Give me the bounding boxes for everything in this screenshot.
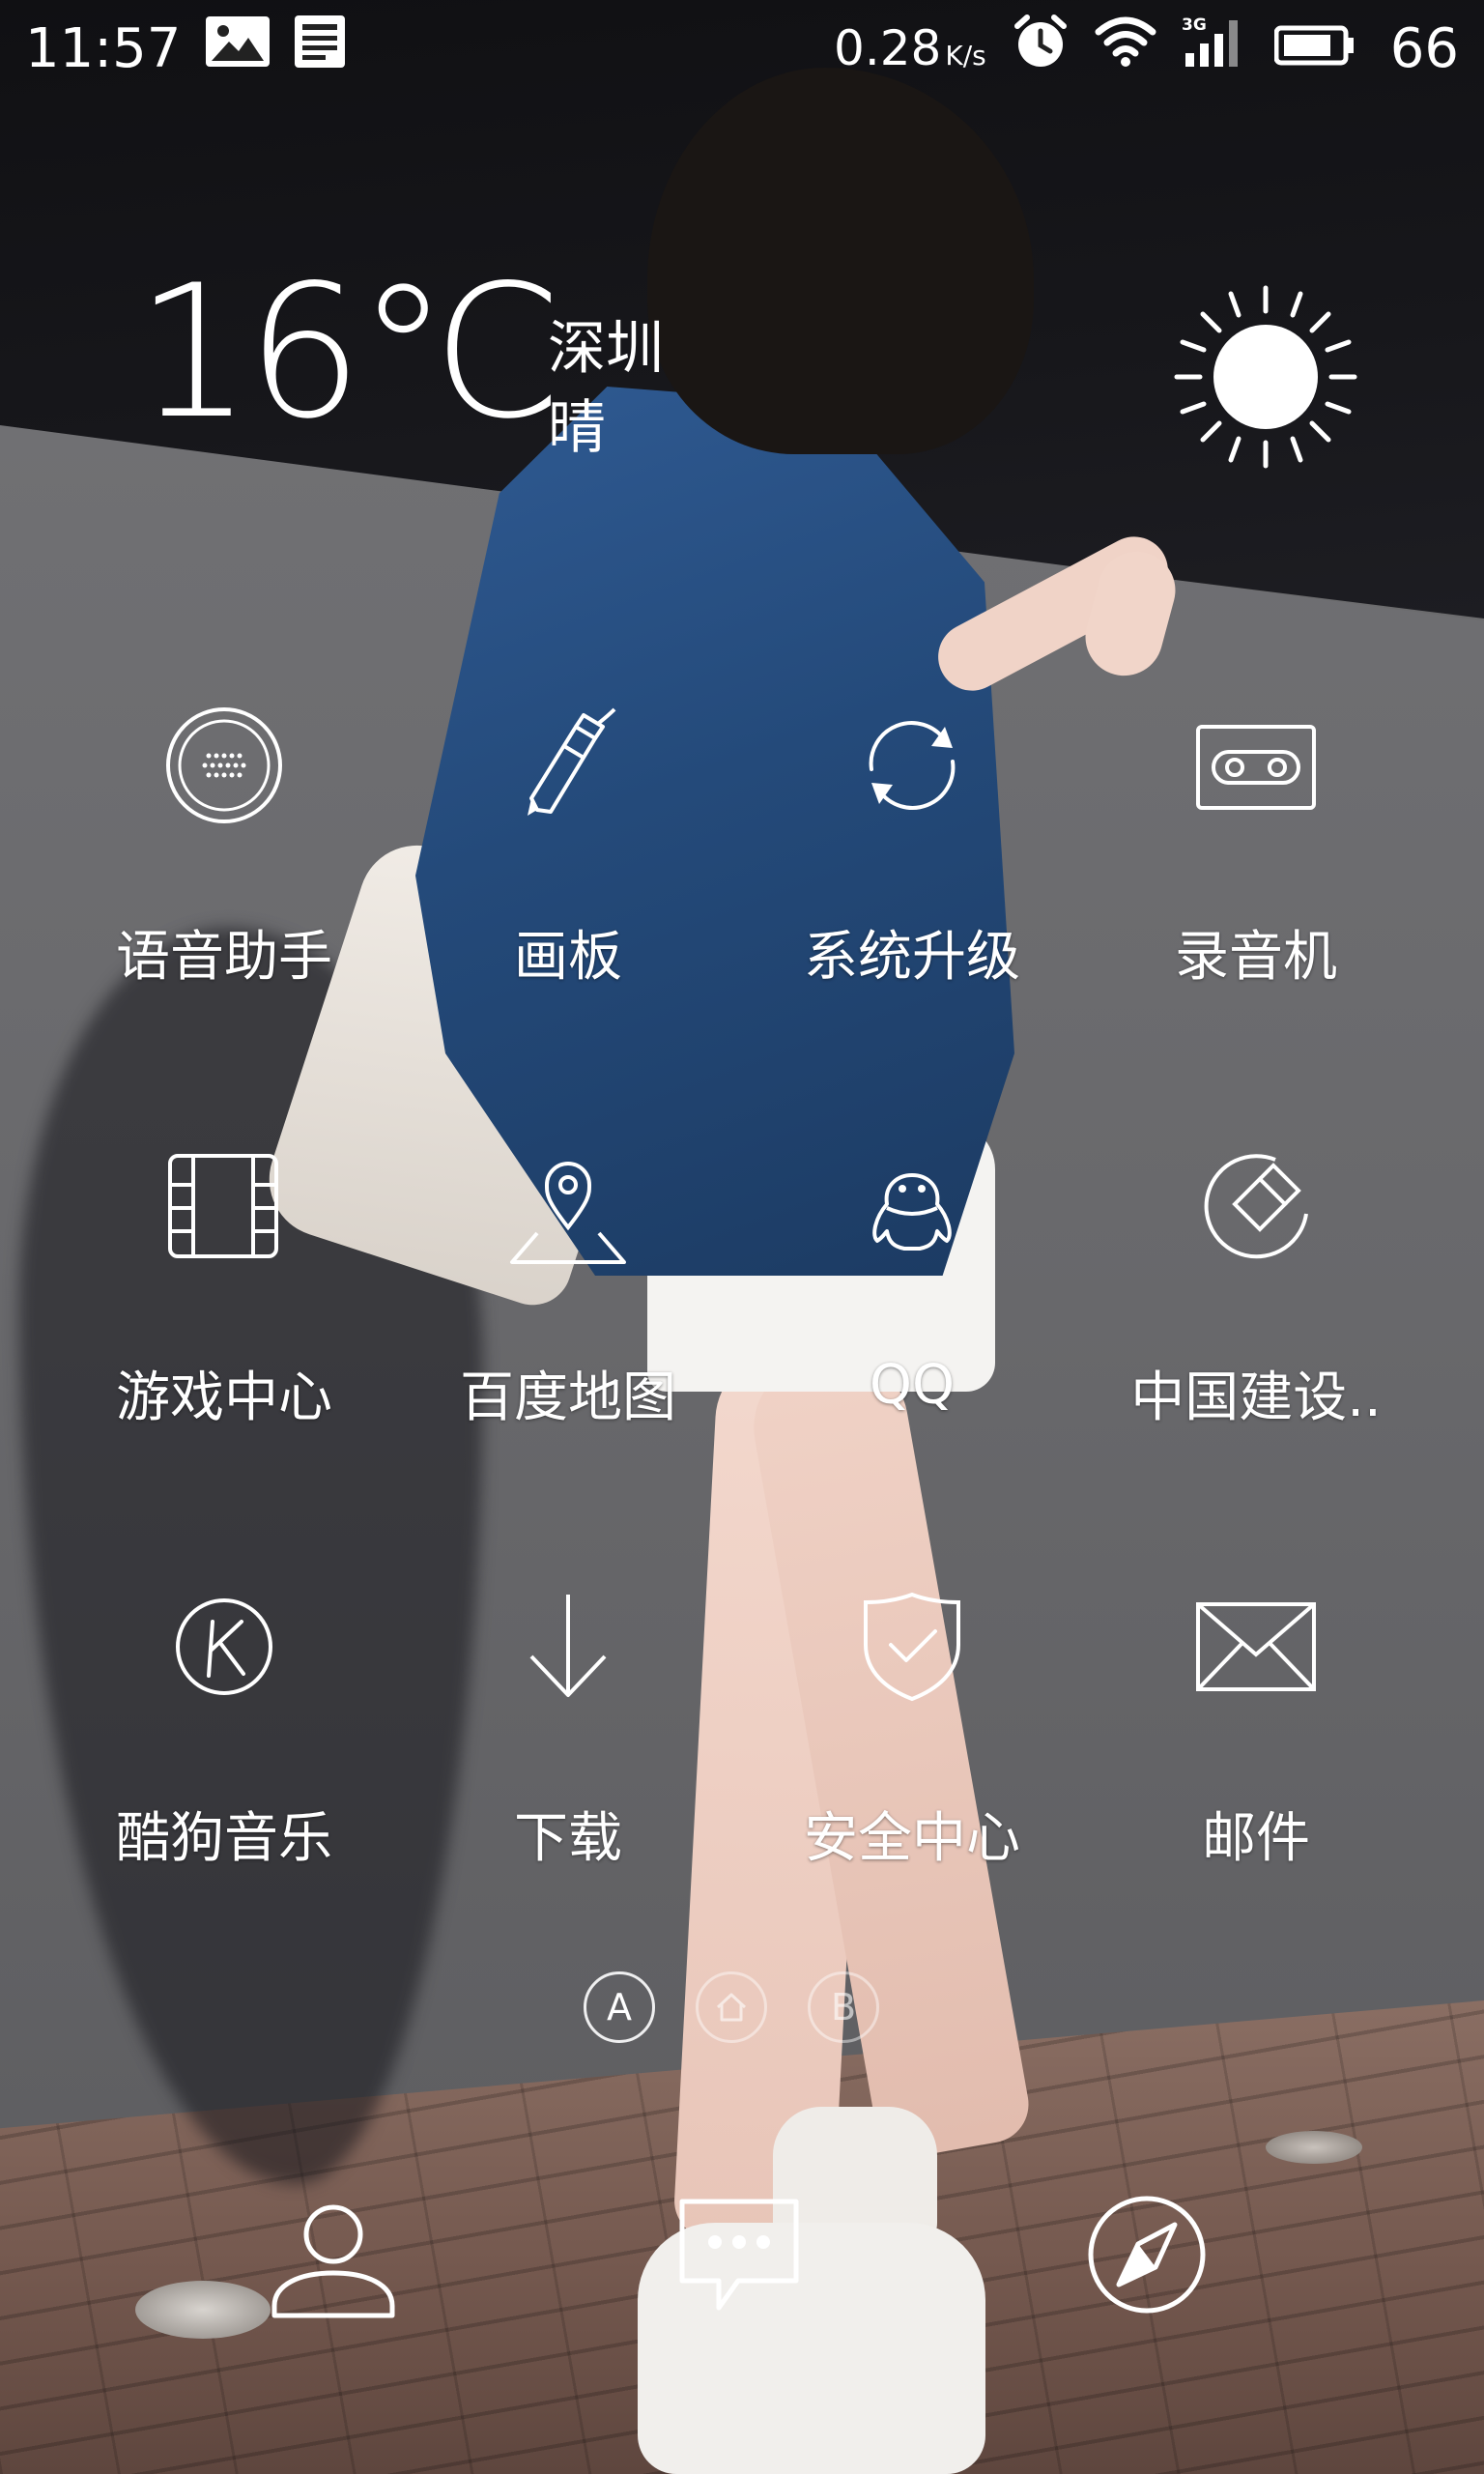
- battery-level: 66: [1389, 16, 1459, 80]
- pencil-icon: [528, 707, 616, 816]
- app-label: 游戏中心: [116, 1366, 332, 1429]
- page-dot-a[interactable]: A: [584, 1971, 655, 2043]
- app-game-center[interactable]: 游戏中心: [50, 1136, 398, 1429]
- signal-3g-icon: 3G: [1182, 14, 1249, 82]
- page-indicator: A B: [584, 1971, 879, 2043]
- penguin-icon: [872, 1173, 952, 1251]
- weather-city: 深圳: [548, 315, 664, 383]
- browser-compass-icon: [1088, 2196, 1206, 2314]
- contacts-icon: [271, 2204, 395, 2318]
- page-dot-home[interactable]: [696, 1971, 767, 2043]
- app-qq[interactable]: QQ: [738, 1136, 1086, 1426]
- cassette-icon: [1196, 725, 1316, 810]
- app-download[interactable]: 下载: [394, 1577, 742, 1870]
- app-security-center[interactable]: 安全中心: [738, 1577, 1086, 1870]
- app-label: 语音助手: [116, 926, 332, 989]
- news-icon: [295, 15, 346, 81]
- refresh-icon: [869, 721, 956, 810]
- dock-browser[interactable]: [1074, 2182, 1219, 2327]
- app-ccb-bank[interactable]: 中国建设..: [1082, 1136, 1430, 1429]
- shield-check-icon: [864, 1592, 960, 1702]
- alarm-icon: [1012, 13, 1070, 84]
- ccb-bank-icon: [1204, 1154, 1308, 1259]
- game-board-icon: [168, 1154, 278, 1258]
- voice-assistant-icon: [166, 707, 282, 823]
- app-label: 中国建设..: [1130, 1366, 1382, 1429]
- sun-icon[interactable]: [1169, 280, 1362, 474]
- gallery-icon: [206, 16, 271, 80]
- app-baidu-maps[interactable]: 百度地图: [394, 1136, 742, 1429]
- app-label: 下载: [514, 1807, 622, 1870]
- battery-icon: [1273, 17, 1356, 80]
- dock-contacts[interactable]: [261, 2184, 406, 2329]
- dock-messages[interactable]: [667, 2184, 812, 2329]
- page-dot-b[interactable]: B: [808, 1971, 879, 2043]
- app-label: 录音机: [1175, 926, 1337, 989]
- weather-condition: 晴: [548, 394, 606, 462]
- app-kugou-music[interactable]: 酷狗音乐: [50, 1577, 398, 1870]
- clock: 11:57: [25, 16, 182, 80]
- home-icon: [716, 1993, 747, 2022]
- kugou-k-icon: [176, 1598, 272, 1695]
- envelope-icon: [1196, 1602, 1316, 1691]
- app-voice-assistant[interactable]: 语音助手: [50, 696, 398, 989]
- status-bar: 11:57 0.28 K/s 3G 66: [0, 0, 1484, 97]
- app-label: 系统升级: [804, 926, 1020, 989]
- app-label: 安全中心: [804, 1807, 1020, 1870]
- wifi-icon: [1095, 16, 1156, 80]
- app-label: 酷狗音乐: [116, 1807, 332, 1870]
- download-arrow-icon: [529, 1595, 607, 1697]
- svg-text:3G: 3G: [1182, 15, 1207, 35]
- map-pin-icon: [510, 1162, 626, 1264]
- app-label: 邮件: [1202, 1807, 1310, 1870]
- app-drawing-board[interactable]: 画板: [394, 696, 742, 989]
- app-label: QQ: [869, 1354, 956, 1417]
- app-label: 画板: [514, 926, 622, 989]
- app-recorder[interactable]: 录音机: [1082, 696, 1430, 989]
- temperature: 16℃: [135, 245, 563, 459]
- app-system-update[interactable]: 系统升级: [738, 696, 1086, 989]
- app-label: 百度地图: [460, 1366, 676, 1429]
- app-email[interactable]: 邮件: [1082, 1577, 1430, 1870]
- messages-icon: [679, 2199, 799, 2311]
- network-speed: 0.28 K/s: [834, 20, 986, 76]
